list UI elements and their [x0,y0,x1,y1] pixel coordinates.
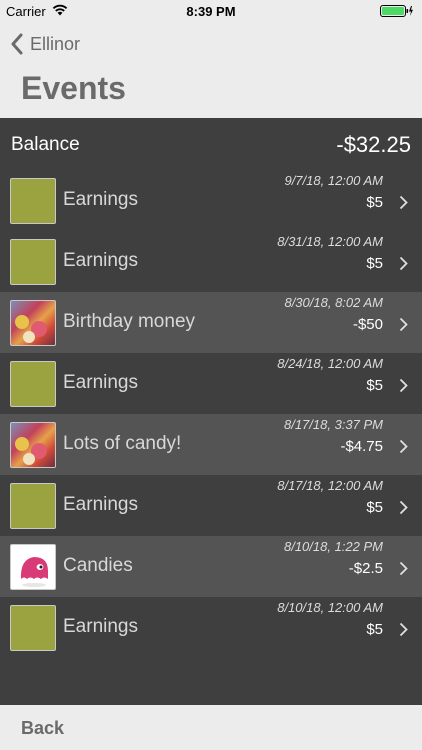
chevron-right-icon [399,439,408,454]
event-date: 8/17/18, 12:00 AM [277,478,383,493]
event-date: 8/31/18, 12:00 AM [277,234,383,249]
chevron-right-icon [399,256,408,271]
event-date: 8/10/18, 12:00 AM [277,600,383,615]
event-title: Birthday money [63,311,196,332]
event-date: 8/17/18, 3:37 PM [283,417,383,432]
pink-monster-icon [20,557,48,587]
event-date: 8/10/18, 1:22 PM [283,539,383,554]
event-title: Earnings [63,616,138,637]
chevron-left-icon [11,33,23,55]
event-row[interactable]: Earnings 8/17/18, 12:00 AM $5 [0,475,422,536]
event-amount: $5 [366,499,383,516]
event-title: Earnings [63,494,138,515]
candy-photo-thumbnail [10,300,56,346]
event-list: Earnings 9/7/18, 12:00 AM $5 Earnings 8/… [0,170,422,658]
color-swatch-thumbnail [10,483,56,529]
event-amount: $5 [366,194,383,211]
event-date: 9/7/18, 12:00 AM [284,173,383,188]
bottom-toolbar: Back [0,705,422,750]
event-title: Candies [63,555,133,576]
chevron-right-icon [399,622,408,637]
chevron-right-icon [399,195,408,210]
event-amount: -$2.5 [348,560,383,577]
navigation-bar: Ellinor Events [0,22,422,118]
event-row[interactable]: Lots of candy! 8/17/18, 3:37 PM -$4.75 [0,414,422,475]
balance-label: Balance [11,134,80,155]
balance-row: Balance -$32.25 [0,118,422,170]
event-amount: $5 [366,255,383,272]
color-swatch-thumbnail [10,605,56,651]
event-title: Lots of candy! [63,433,182,454]
page-title: Events [21,70,126,106]
event-row[interactable]: Candies 8/10/18, 1:22 PM -$2.5 [0,536,422,597]
chevron-right-icon [399,317,408,332]
event-title: Earnings [63,189,138,210]
event-row[interactable]: Earnings 8/31/18, 12:00 AM $5 [0,231,422,292]
event-amount: $5 [366,621,383,638]
event-row[interactable]: Earnings 9/7/18, 12:00 AM $5 [0,170,422,231]
color-swatch-thumbnail [10,178,56,224]
event-date: 8/30/18, 8:02 AM [284,295,383,310]
candy-photo-thumbnail [10,422,56,468]
chevron-right-icon [399,561,408,576]
back-button-label: Ellinor [30,33,81,54]
event-title: Earnings [63,250,138,271]
chevron-right-icon [399,378,408,393]
event-title: Earnings [63,372,138,393]
chevron-right-icon [399,500,408,515]
color-swatch-thumbnail [10,361,56,407]
balance-value: -$32.25 [336,132,411,157]
event-row[interactable]: Earnings 8/10/18, 12:00 AM $5 [0,597,422,658]
back-to-ellinor-button[interactable]: Ellinor [10,32,80,56]
event-amount: -$4.75 [340,438,383,455]
event-amount: -$50 [352,316,383,333]
events-content[interactable]: Balance -$32.25 Earnings 9/7/18, 12:00 A… [0,118,422,705]
event-row[interactable]: Birthday money 8/30/18, 8:02 AM -$50 [0,292,422,353]
pink-monster-thumbnail [10,544,56,590]
status-time: 8:39 PM [186,4,236,19]
status-bar: Carrier 8:39 PM [0,0,422,22]
color-swatch-thumbnail [10,239,56,285]
event-amount: $5 [366,377,383,394]
event-date: 8/24/18, 12:00 AM [277,356,383,371]
back-button[interactable]: Back [21,718,64,739]
battery-icon [380,5,413,17]
event-row[interactable]: Earnings 8/24/18, 12:00 AM $5 [0,353,422,414]
